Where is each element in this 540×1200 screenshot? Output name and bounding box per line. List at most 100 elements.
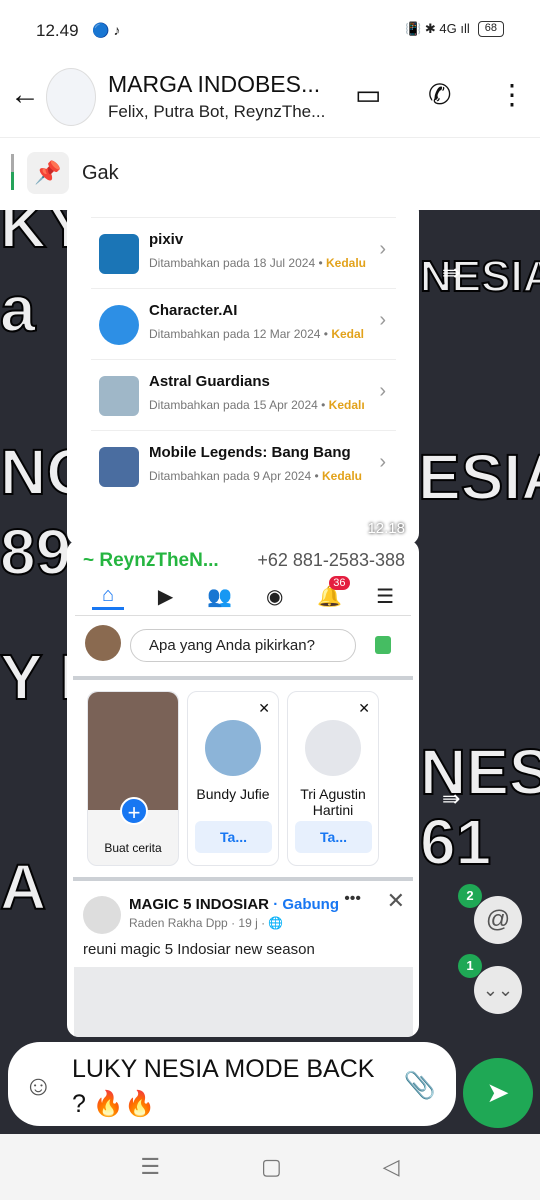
fb-nav: ⌂ ▶ 👥 ◉ 🔔 36 ☰ — [75, 576, 411, 616]
post-page: MAGIC 5 INDOSIAR — [129, 896, 270, 913]
group-avatar[interactable] — [46, 68, 96, 126]
app-row: Character.AI Ditambahkan pada 12 Mar 2024… — [91, 288, 396, 359]
suggestion-name: Bundy Jufie — [196, 786, 270, 802]
join-link: · Gabung — [273, 896, 340, 913]
mentions-button[interactable]: @ — [474, 896, 522, 944]
unread-badge: 1 — [458, 954, 482, 978]
wallpaper-text: a — [0, 272, 37, 346]
app-name: Mobile Legends: Bang Bang — [149, 444, 351, 461]
wallpaper-text: A — [0, 850, 47, 924]
app-row: Astral Guardians Ditambahkan pada 15 Apr … — [91, 359, 396, 430]
attach-icon[interactable]: 📎 — [404, 1070, 436, 1101]
wallpaper-text: ESIA — [417, 440, 540, 514]
close-icon: ✕ — [358, 700, 370, 716]
wallpaper-text: NESIA — [419, 251, 540, 302]
create-story-card: + Buat cerita — [87, 691, 179, 866]
app-status: Kedalu — [322, 469, 363, 483]
battery-icon: 68 — [477, 21, 504, 37]
app-icon — [99, 447, 139, 487]
chat-area: KY a NO 89 Y N A NESIA ESIA NES 61 ⇛ ⇛ p… — [0, 210, 540, 1134]
app-name: Character.AI — [149, 302, 238, 319]
suggestion-card: ✕ Bundy Jufie Ta... — [187, 691, 279, 866]
pin-indicator — [11, 154, 14, 190]
image-message-apps[interactable]: pixiv Ditambahkan pada 18 Jul 2024 • Keda… — [67, 210, 419, 545]
add-friend-button: Ta... — [195, 821, 272, 853]
divider — [73, 676, 413, 680]
app-status: Kedal — [331, 327, 365, 341]
wallpaper-text: 89 — [0, 515, 72, 589]
post-text: reuni magic 5 Indosiar new season — [83, 941, 315, 958]
wallpaper-text: NES — [419, 735, 540, 809]
video-icon: ▶ — [157, 586, 174, 608]
forward-icon[interactable]: ⇛ — [442, 260, 460, 286]
wallpaper-text: 61 — [419, 805, 492, 879]
story-label: Buat cerita — [104, 841, 162, 855]
back-arrow-icon[interactable]: ← — [10, 78, 40, 112]
image-message-facebook[interactable]: ~ ReynzTheN... +62 881-2583-388 ⌂ ▶ 👥 ◉ … — [67, 540, 419, 1037]
app-date: Ditambahkan pada 12 Mar 2024 • — [149, 327, 328, 341]
signal-icons: 📳 ✱ 4G ıll — [405, 21, 470, 36]
home-button[interactable]: ▢ — [261, 1154, 282, 1180]
message-input-bar: ☺ LUKY NESIA MODE BACK ? 🔥🔥 📎 — [8, 1042, 456, 1126]
app-icon — [99, 376, 139, 416]
mentions-badge: 2 — [458, 884, 482, 908]
app-icon — [99, 234, 139, 274]
message-time: 12.18 — [367, 520, 405, 537]
close-icon: ✕ — [386, 888, 405, 913]
app-date: Ditambahkan pada 18 Jul 2024 • — [149, 256, 323, 270]
divider — [73, 877, 413, 881]
more-options-icon[interactable]: ⋮ — [498, 78, 526, 111]
group-title[interactable]: MARGA INDOBES... — [108, 71, 320, 98]
post-image — [73, 967, 413, 1037]
forward-icon[interactable]: ⇛ — [442, 786, 460, 812]
pinned-message[interactable]: 📌 Gak — [0, 138, 540, 210]
app-name: pixiv — [149, 231, 184, 248]
suggestion-card: ✕ Tri Agustin Hartini Ta... — [287, 691, 379, 866]
app-icon — [99, 305, 139, 345]
recent-apps-button[interactable]: ☰ — [140, 1154, 160, 1180]
chevron-right-icon: › — [379, 380, 386, 402]
pinned-text: Gak — [82, 162, 119, 184]
bell-icon: 🔔 36 — [317, 576, 350, 609]
pin-icon: 📌 — [27, 152, 69, 194]
send-button[interactable]: ➤ — [463, 1058, 533, 1128]
app-status: Kedalı — [328, 398, 365, 412]
plus-icon: + — [120, 797, 148, 825]
avatar — [205, 720, 261, 776]
app-date: Ditambahkan pada 15 Apr 2024 • — [149, 398, 326, 412]
close-icon: ✕ — [258, 700, 270, 716]
chevron-right-icon: › — [379, 238, 386, 260]
system-nav: ☰ ▢ ◁ — [0, 1134, 540, 1200]
chevron-right-icon: › — [379, 309, 386, 331]
chevron-right-icon: › — [379, 451, 386, 473]
chat-header: ← MARGA INDOBES... Felix, Putra Bot, Rey… — [0, 60, 540, 138]
clock: 12.49 — [36, 21, 79, 40]
story-photo — [88, 692, 178, 810]
home-icon: ⌂ — [91, 584, 125, 610]
post-composer: Apa yang Anda pikirkan? — [130, 629, 356, 662]
video-call-icon[interactable]: ▭ — [355, 78, 381, 111]
post-meta: Raden Rakha Dpp · 19 j · 🌐 — [129, 916, 284, 930]
avatar — [305, 720, 361, 776]
phone-call-icon[interactable]: ✆ — [428, 78, 451, 111]
message-input[interactable]: LUKY NESIA MODE BACK ? 🔥🔥 — [72, 1052, 392, 1122]
sender-phone: +62 881-2583-388 — [257, 550, 405, 570]
avatar — [83, 896, 121, 934]
app-row: Mobile Legends: Bang Bang Ditambahkan pad… — [91, 430, 396, 501]
app-date: Ditambahkan pada 9 Apr 2024 • — [149, 469, 319, 483]
suggestion-name: Tri Agustin Hartini — [300, 786, 366, 818]
more-icon: ••• — [344, 890, 361, 907]
menu-icon: ☰ — [376, 586, 394, 608]
status-bar: 12.49 🔵 ♪ 📳 ✱ 4G ıll 68 — [0, 0, 540, 60]
app-row: pixiv Ditambahkan pada 18 Jul 2024 • Keda… — [91, 217, 396, 288]
back-button[interactable]: ◁ — [383, 1154, 400, 1180]
app-status: Kedalu — [326, 256, 367, 270]
notification-badge: 36 — [329, 576, 350, 590]
avatar — [85, 625, 121, 661]
app-name: Astral Guardians — [149, 373, 270, 390]
sender-name[interactable]: ~ ReynzTheN... — [83, 550, 219, 572]
group-members[interactable]: Felix, Putra Bot, ReynzThe... — [108, 102, 325, 122]
scroll-down-button[interactable]: ⌄⌄ — [474, 966, 522, 1014]
emoji-icon[interactable]: ☺ — [24, 1070, 53, 1102]
friends-icon: 👥 — [207, 586, 233, 608]
